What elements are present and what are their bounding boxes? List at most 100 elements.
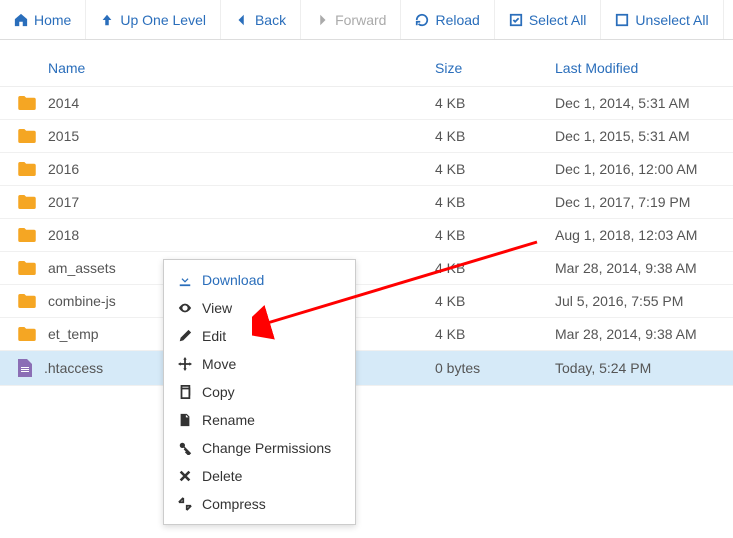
column-name[interactable]: Name	[0, 50, 423, 87]
table-row[interactable]: combine-js 4 KBJul 5, 2016, 7:55 PM	[0, 285, 733, 318]
up-button[interactable]: Up One Level	[86, 0, 221, 39]
folder-icon	[18, 228, 36, 242]
pencil-icon	[178, 329, 192, 343]
table-row[interactable]: am_assets 4 KBMar 28, 2014, 9:38 AM	[0, 252, 733, 285]
ctx-view-label: View	[202, 300, 232, 316]
reload-label: Reload	[435, 12, 479, 28]
file-modified: Mar 28, 2014, 9:38 AM	[543, 318, 733, 351]
delete-icon	[178, 469, 192, 483]
file-table: Name Size Last Modified 20144 KBDec 1, 2…	[0, 50, 733, 386]
compress-icon	[178, 497, 192, 511]
up-icon	[100, 13, 114, 27]
file-name: am_assets	[48, 260, 116, 276]
file-modified: Jul 5, 2016, 7:55 PM	[543, 285, 733, 318]
table-row[interactable]: 2015 4 KBDec 1, 2015, 5:31 AM	[0, 120, 733, 153]
file-size: 4 KB	[423, 120, 543, 153]
file-modified: Dec 1, 2014, 5:31 AM	[543, 87, 733, 120]
file-modified: Dec 1, 2017, 7:19 PM	[543, 186, 733, 219]
ctx-permissions[interactable]: Change Permissions	[164, 434, 355, 462]
ctx-compress-label: Compress	[202, 496, 266, 512]
home-label: Home	[34, 12, 71, 28]
ctx-download-label: Download	[202, 272, 264, 288]
ctx-rename[interactable]: Rename	[164, 406, 355, 434]
forward-icon	[315, 13, 329, 27]
table-row[interactable]: 2016 4 KBDec 1, 2016, 12:00 AM	[0, 153, 733, 186]
file-size: 0 bytes	[423, 351, 543, 386]
folder-icon	[18, 327, 36, 341]
reload-icon	[415, 13, 429, 27]
select-all-icon	[509, 13, 523, 27]
file-size: 4 KB	[423, 153, 543, 186]
file-icon	[18, 359, 32, 377]
table-row[interactable]: et_temp 4 KBMar 28, 2014, 9:38 AM	[0, 318, 733, 351]
home-icon	[14, 13, 28, 27]
ctx-edit-label: Edit	[202, 328, 226, 344]
key-icon	[178, 441, 192, 455]
unselect-all-label: Unselect All	[635, 12, 708, 28]
file-modified: Aug 1, 2018, 12:03 AM	[543, 219, 733, 252]
unselect-all-button[interactable]: Unselect All	[601, 0, 723, 39]
file-size: 4 KB	[423, 252, 543, 285]
table-row[interactable]: 2018 4 KBAug 1, 2018, 12:03 AM	[0, 219, 733, 252]
context-menu: Download View Edit Move Copy Rename Chan…	[163, 259, 356, 525]
rename-icon	[178, 413, 192, 427]
ctx-view[interactable]: View	[164, 294, 355, 322]
unselect-all-icon	[615, 13, 629, 27]
folder-icon	[18, 96, 36, 110]
ctx-compress[interactable]: Compress	[164, 490, 355, 518]
file-name: .htaccess	[44, 360, 103, 376]
folder-icon	[18, 162, 36, 176]
column-size[interactable]: Size	[423, 50, 543, 87]
file-name: combine-js	[48, 293, 116, 309]
up-label: Up One Level	[120, 12, 206, 28]
file-name: 2016	[48, 161, 79, 177]
move-icon	[178, 357, 192, 371]
file-modified: Mar 28, 2014, 9:38 AM	[543, 252, 733, 285]
ctx-copy[interactable]: Copy	[164, 378, 355, 406]
view-trash-button[interactable]: Vi	[724, 0, 733, 39]
select-all-label: Select All	[529, 12, 587, 28]
back-label: Back	[255, 12, 286, 28]
file-size: 4 KB	[423, 318, 543, 351]
file-modified: Dec 1, 2015, 5:31 AM	[543, 120, 733, 153]
folder-icon	[18, 129, 36, 143]
copy-icon	[178, 385, 192, 399]
file-size: 4 KB	[423, 186, 543, 219]
back-button[interactable]: Back	[221, 0, 301, 39]
ctx-rename-label: Rename	[202, 412, 255, 428]
column-modified[interactable]: Last Modified	[543, 50, 733, 87]
reload-button[interactable]: Reload	[401, 0, 494, 39]
ctx-delete-label: Delete	[202, 468, 242, 484]
file-name: 2017	[48, 194, 79, 210]
back-icon	[235, 13, 249, 27]
forward-label: Forward	[335, 12, 386, 28]
file-size: 4 KB	[423, 285, 543, 318]
file-size: 4 KB	[423, 87, 543, 120]
ctx-edit[interactable]: Edit	[164, 322, 355, 350]
table-row[interactable]: .htaccess 0 bytesToday, 5:24 PM	[0, 351, 733, 386]
folder-icon	[18, 294, 36, 308]
file-name: 2015	[48, 128, 79, 144]
eye-icon	[178, 301, 192, 315]
table-row[interactable]: 2017 4 KBDec 1, 2017, 7:19 PM	[0, 186, 733, 219]
table-row[interactable]: 2014 4 KBDec 1, 2014, 5:31 AM	[0, 87, 733, 120]
file-modified: Today, 5:24 PM	[543, 351, 733, 386]
ctx-copy-label: Copy	[202, 384, 235, 400]
ctx-permissions-label: Change Permissions	[202, 440, 331, 456]
file-modified: Dec 1, 2016, 12:00 AM	[543, 153, 733, 186]
file-size: 4 KB	[423, 219, 543, 252]
file-name: 2014	[48, 95, 79, 111]
file-name: et_temp	[48, 326, 99, 342]
select-all-button[interactable]: Select All	[495, 0, 602, 39]
ctx-move[interactable]: Move	[164, 350, 355, 378]
toolbar: Home Up One Level Back Forward Reload Se…	[0, 0, 733, 40]
ctx-download[interactable]: Download	[164, 266, 355, 294]
ctx-delete[interactable]: Delete	[164, 462, 355, 490]
folder-icon	[18, 261, 36, 275]
home-button[interactable]: Home	[0, 0, 86, 39]
download-icon	[178, 273, 192, 287]
ctx-move-label: Move	[202, 356, 236, 372]
folder-icon	[18, 195, 36, 209]
file-name: 2018	[48, 227, 79, 243]
forward-button: Forward	[301, 0, 401, 39]
